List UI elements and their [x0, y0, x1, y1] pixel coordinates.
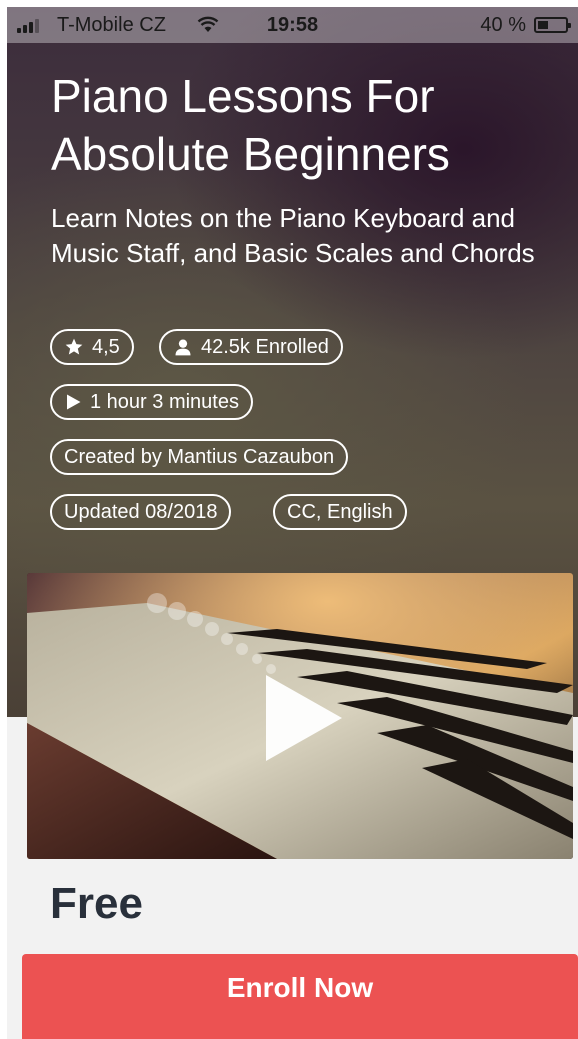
captions-text: CC, English — [287, 501, 393, 523]
author-badge[interactable]: Created by Mantius Cazaubon — [50, 439, 349, 475]
updated-badge: Updated 08/2018 — [50, 494, 232, 530]
battery-percentage: 40 % — [480, 14, 526, 36]
play-icon — [67, 394, 81, 410]
person-icon — [175, 339, 191, 356]
rating-value: 4,5 — [92, 336, 120, 358]
course-title: Piano Lessons For Absolute Beginners — [51, 70, 450, 180]
battery-icon — [534, 17, 571, 33]
rating-badge: 4,5 — [50, 329, 134, 365]
play-button-icon[interactable] — [264, 673, 344, 763]
duration-badge: 1 hour 3 minutes — [50, 384, 253, 420]
enrolled-badge: 42.5k Enrolled — [159, 329, 343, 365]
course-preview-video[interactable] — [27, 573, 573, 859]
captions-badge: CC, English — [273, 494, 407, 530]
battery-level — [538, 21, 548, 29]
duration-text: 1 hour 3 minutes — [90, 391, 239, 413]
updated-text: Updated 08/2018 — [64, 501, 218, 523]
course-screen: T-Mobile CZ 19:58 40 % Piano Lessons For… — [7, 7, 578, 1039]
author-text: Created by Mantius Cazaubon — [64, 446, 335, 468]
course-subtitle: Learn Notes on the Piano Keyboard and Mu… — [51, 203, 535, 268]
enrolled-count: 42.5k Enrolled — [201, 336, 329, 358]
enroll-now-button[interactable]: Enroll Now — [22, 954, 578, 1039]
star-icon — [65, 338, 83, 355]
status-bar: T-Mobile CZ 19:58 40 % — [7, 7, 578, 43]
course-price: Free — [50, 879, 143, 928]
